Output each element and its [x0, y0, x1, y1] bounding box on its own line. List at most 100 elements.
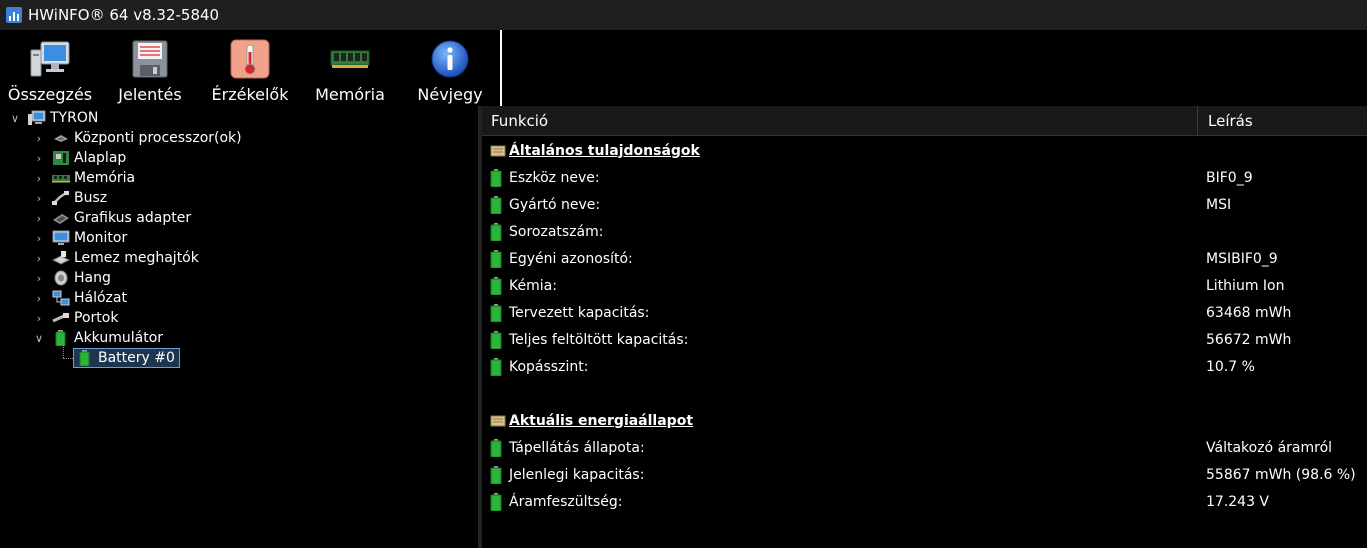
tree-item-label: Busz — [74, 190, 108, 206]
battery-icon — [76, 350, 94, 366]
list-item[interactable]: Áramfeszültség: 17.243 V — [482, 488, 1367, 515]
list-item[interactable]: Tervezett kapacitás: 63468 mWh — [482, 299, 1367, 326]
battery-icon — [490, 222, 502, 241]
section-header[interactable]: Általános tulajdonságok — [482, 137, 1367, 164]
tree-item-label: Hang — [74, 270, 111, 286]
list-item[interactable]: Kopásszint: 10.7 % — [482, 353, 1367, 380]
sensors-button[interactable]: Érzékelők — [200, 30, 300, 106]
about-button[interactable]: Névjegy — [400, 30, 500, 106]
tree-item-network[interactable]: › Hálózat — [32, 288, 127, 308]
list-item[interactable]: Egyéni azonosító: MSIBIF0_9 — [482, 245, 1367, 272]
floppy-disk-icon — [129, 38, 171, 80]
column-header-description[interactable]: Leírás — [1208, 106, 1253, 136]
item-value: 56672 mWh — [1206, 331, 1292, 348]
item-label: Áramfeszültség: — [509, 493, 623, 510]
tree-item-audio[interactable]: › Hang — [32, 268, 111, 288]
toolbar-empty-area — [502, 30, 1367, 106]
tree-item-memory[interactable]: › Memória — [32, 168, 135, 188]
tree-root[interactable]: ∨ TYRON — [8, 108, 98, 128]
motherboard-icon — [52, 150, 70, 166]
tree-item-label: Akkumulátor — [74, 330, 164, 346]
memory-button-label: Memória — [315, 85, 385, 104]
item-label: Egyéni azonosító: — [509, 250, 633, 267]
column-divider[interactable] — [1197, 106, 1198, 136]
tree-item-ports[interactable]: › Portok — [32, 308, 119, 328]
list-item[interactable]: Sorozatszám: — [482, 218, 1367, 245]
tree-item-graphics[interactable]: › Grafikus adapter — [32, 208, 191, 228]
title-bar: HWiNFO® 64 v8.32-5840 — [0, 0, 1367, 30]
battery-icon — [490, 465, 502, 484]
chevron-right-icon[interactable]: › — [32, 191, 46, 205]
chevron-right-icon[interactable]: › — [32, 211, 46, 225]
battery-icon — [490, 438, 502, 457]
list-item[interactable]: Tápellátás állapota: Váltakozó áramról — [482, 434, 1367, 461]
chevron-right-icon[interactable]: › — [32, 291, 46, 305]
item-label: Jelenlegi kapacitás: — [509, 466, 645, 483]
tree-item-monitor[interactable]: › Monitor — [32, 228, 127, 248]
section-header[interactable]: Aktuális energiaállapot — [482, 407, 1367, 434]
tree-item-label: Portok — [74, 310, 119, 326]
tree-item-motherboard[interactable]: › Alaplap — [32, 148, 127, 168]
item-value: 17.243 V — [1206, 493, 1270, 510]
tree-item-disk[interactable]: › Lemez meghajtók — [32, 248, 199, 268]
memory-module-icon — [52, 170, 70, 186]
section-icon — [490, 145, 506, 157]
item-value: BIF0_9 — [1206, 169, 1253, 186]
tree-item-label: Lemez meghajtók — [74, 250, 199, 266]
memory-button[interactable]: Memória — [300, 30, 400, 106]
chevron-right-icon[interactable]: › — [32, 151, 46, 165]
list-header: Funkció Leírás — [482, 106, 1367, 136]
tree-item-bus[interactable]: › Busz — [32, 188, 107, 208]
column-header-feature[interactable]: Funkció — [491, 106, 548, 136]
item-value: 10.7 % — [1206, 358, 1255, 375]
battery-icon — [52, 330, 70, 346]
battery-icon — [490, 195, 502, 214]
tree-item-label: Battery #0 — [98, 350, 175, 366]
cpu-icon — [52, 130, 70, 146]
chevron-right-icon[interactable]: › — [32, 171, 46, 185]
list-item[interactable]: Teljes feltöltött kapacitás: 56672 mWh — [482, 326, 1367, 353]
battery-icon — [490, 168, 502, 187]
tree-item-label: Központi processzor(ok) — [74, 130, 242, 146]
bus-icon — [52, 190, 70, 206]
report-button[interactable]: Jelentés — [100, 30, 200, 106]
item-value: Lithium Ion — [1206, 277, 1285, 294]
tree-item-label: Hálózat — [74, 290, 127, 306]
chevron-right-icon[interactable]: › — [32, 311, 46, 325]
item-label: Sorozatszám: — [509, 223, 604, 240]
item-label: Eszköz neve: — [509, 169, 600, 186]
battery-icon — [490, 249, 502, 268]
tree-item-battery-0[interactable]: Battery #0 — [73, 348, 180, 368]
chevron-right-icon[interactable]: › — [32, 131, 46, 145]
graphics-card-icon — [52, 210, 70, 226]
summary-button[interactable]: Összegzés — [0, 30, 100, 106]
tree-item-label: Grafikus adapter — [74, 210, 192, 226]
device-tree[interactable]: ∨ TYRON › Központi processzor(ok) › Alap… — [0, 106, 479, 548]
tree-item-label: Alaplap — [74, 150, 127, 166]
network-icon — [52, 290, 70, 306]
report-button-label: Jelentés — [118, 85, 182, 104]
tree-connector-line — [63, 342, 64, 358]
tree-item-cpu[interactable]: › Központi processzor(ok) — [32, 128, 242, 148]
list-item[interactable]: Kémia: Lithium Ion — [482, 272, 1367, 299]
item-label: Kopásszint: — [509, 358, 589, 375]
item-value: 63468 mWh — [1206, 304, 1292, 321]
monitor-icon — [52, 230, 70, 246]
chevron-right-icon[interactable]: › — [32, 271, 46, 285]
item-value: Váltakozó áramról — [1206, 439, 1333, 456]
chevron-down-icon[interactable]: ∨ — [8, 111, 22, 125]
detail-list[interactable]: Funkció Leírás Általános tulajdonságok E… — [482, 106, 1367, 548]
battery-icon — [490, 303, 502, 322]
chevron-right-icon[interactable]: › — [32, 251, 46, 265]
tree-item-label: Memória — [74, 170, 136, 186]
item-value: MSIBIF0_9 — [1206, 250, 1278, 267]
chevron-right-icon[interactable]: › — [32, 231, 46, 245]
battery-icon — [490, 276, 502, 295]
tree-item-battery[interactable]: ∨ Akkumulátor — [32, 328, 163, 348]
list-item[interactable]: Eszköz neve: BIF0_9 — [482, 164, 1367, 191]
list-item[interactable]: Jelenlegi kapacitás: 55867 mWh (98.6 %) — [482, 461, 1367, 488]
chevron-down-icon[interactable]: ∨ — [32, 331, 46, 345]
summary-button-label: Összegzés — [7, 85, 93, 104]
list-item[interactable]: Gyártó neve: MSI — [482, 191, 1367, 218]
battery-icon — [490, 330, 502, 349]
